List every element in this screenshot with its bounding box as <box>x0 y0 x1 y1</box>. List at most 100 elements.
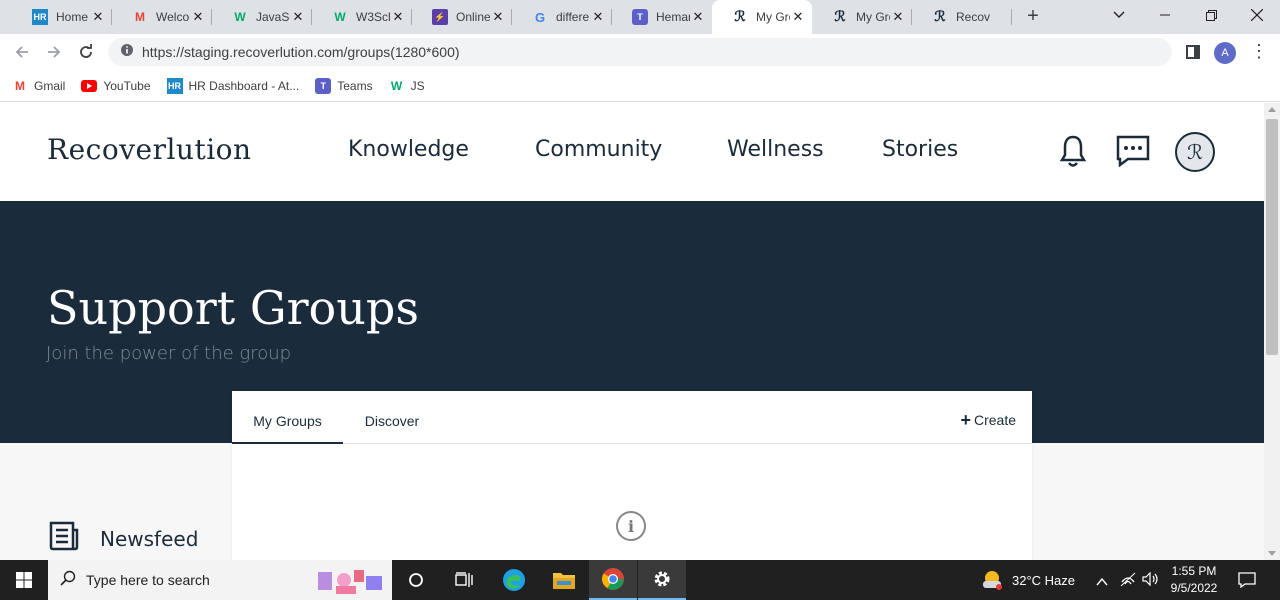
close-icon[interactable]: ✕ <box>590 9 606 25</box>
close-icon[interactable]: ✕ <box>390 9 406 25</box>
close-icon[interactable]: ✕ <box>90 9 106 25</box>
bookmark-js[interactable]: W JS <box>389 78 425 94</box>
plus-icon: + <box>960 410 971 430</box>
browser-tab-active[interactable]: ℛ My Gro ✕ <box>712 0 812 34</box>
windows-start-icon[interactable] <box>0 560 48 600</box>
create-group-button[interactable]: + Create <box>960 410 1016 430</box>
teams-icon: T <box>315 77 332 94</box>
windows-taskbar: Type here to search 32°C Haze 1:55 PM 9/… <box>0 560 1280 600</box>
chat-icon[interactable] <box>1116 135 1150 172</box>
browser-tab[interactable]: ℛ Recove ✕ <box>912 0 1012 34</box>
close-icon[interactable]: ✕ <box>490 9 506 25</box>
site-logo[interactable]: Recoverlution <box>47 133 252 166</box>
stackblitz-favicon-icon: ⚡ <box>432 9 448 25</box>
close-window-button[interactable] <box>1234 0 1280 30</box>
chevron-up-icon[interactable] <box>1096 574 1108 592</box>
create-label: Create <box>973 412 1016 428</box>
close-icon[interactable]: ✕ <box>790 9 806 25</box>
notification-icon[interactable] <box>1238 572 1256 593</box>
task-view-icon[interactable] <box>440 560 488 600</box>
taskbar-clock[interactable]: 1:55 PM 9/5/2022 <box>1162 563 1226 597</box>
gmail-icon: M <box>15 78 25 93</box>
browser-tab[interactable]: G differe ✕ <box>512 0 612 34</box>
recoverlution-favicon-icon: ℛ <box>934 9 946 25</box>
hr-favicon-icon: HR <box>32 9 48 25</box>
browser-tab[interactable]: HR Home ✕ <box>12 0 112 34</box>
site-info-icon[interactable] <box>120 43 134 62</box>
page-viewport: Recoverlution Knowledge Community Wellne… <box>0 103 1264 560</box>
bookmark-gmail[interactable]: M Gmail <box>12 78 65 94</box>
restore-button[interactable] <box>1188 0 1234 30</box>
nav-knowledge[interactable]: Knowledge <box>348 137 469 162</box>
file-explorer-icon[interactable] <box>540 560 588 600</box>
close-icon[interactable]: ✕ <box>690 9 706 25</box>
google-favicon-icon: G <box>534 9 546 25</box>
bookmark-teams[interactable]: T Teams <box>315 77 373 94</box>
site-header: Recoverlution Knowledge Community Wellne… <box>0 103 1264 201</box>
scroll-thumb[interactable] <box>1266 119 1278 355</box>
tab-discover[interactable]: Discover <box>352 391 432 444</box>
close-icon[interactable]: ✕ <box>290 9 306 25</box>
nav-wellness[interactable]: Wellness <box>727 137 824 162</box>
tab-search-chevron-icon[interactable] <box>1096 0 1142 30</box>
bookmark-label: YouTube <box>103 78 151 93</box>
recoverlution-favicon-icon: ℛ <box>734 9 746 25</box>
reload-button[interactable] <box>74 40 98 64</box>
profile-avatar[interactable]: A <box>1214 42 1236 64</box>
page-title: Support Groups <box>47 281 419 335</box>
newsfeed-section[interactable]: Newsfeed <box>48 520 198 557</box>
minimize-button[interactable] <box>1142 0 1188 30</box>
chrome-icon[interactable] <box>589 560 637 600</box>
weather-icon[interactable] <box>980 568 1004 597</box>
newsfeed-label: Newsfeed <box>100 526 199 551</box>
cortana-icon[interactable] <box>392 560 440 600</box>
bookmark-youtube[interactable]: YouTube <box>81 78 151 94</box>
settings-gear-icon[interactable] <box>638 560 686 600</box>
browser-tab[interactable]: ⚡ Online ✕ <box>412 0 512 34</box>
volume-icon[interactable] <box>1142 571 1160 591</box>
url-text: https://staging.recoverlution.com/groups… <box>142 44 460 60</box>
bookmark-label: Teams <box>337 78 373 93</box>
browser-tab[interactable]: W W3Sch ✕ <box>312 0 412 34</box>
close-icon[interactable]: ✕ <box>190 9 206 25</box>
nav-stories[interactable]: Stories <box>882 137 958 162</box>
edge-icon[interactable] <box>490 560 538 600</box>
search-highlight-icon <box>314 566 388 600</box>
more-menu-icon[interactable]: ⋮ <box>1250 42 1268 62</box>
bell-icon[interactable] <box>1058 133 1088 174</box>
scroll-down-icon[interactable] <box>1268 551 1276 556</box>
browser-tab[interactable]: T Hemar ✕ <box>612 0 712 34</box>
side-panel-icon[interactable] <box>1186 45 1200 59</box>
close-icon[interactable]: ✕ <box>890 9 906 25</box>
w3schools-icon: W <box>390 78 403 93</box>
youtube-icon <box>81 78 98 94</box>
w3schools-favicon-icon: W <box>334 10 346 24</box>
clock-date: 9/5/2022 <box>1170 581 1218 595</box>
tab-title: Recove <box>956 10 990 24</box>
page-scrollbar[interactable] <box>1264 103 1280 560</box>
user-avatar[interactable]: ℛ <box>1175 132 1215 172</box>
bookmark-label: HR Dashboard - At... <box>188 78 300 93</box>
search-placeholder: Type here to search <box>86 572 210 588</box>
tab-title: Hemar <box>656 10 690 24</box>
address-bar[interactable]: https://staging.recoverlution.com/groups… <box>108 38 1172 66</box>
info-icon: i <box>616 511 646 541</box>
browser-tab[interactable]: W JavaSc ✕ <box>212 0 312 34</box>
wifi-icon[interactable] <box>1120 572 1136 591</box>
forward-button[interactable] <box>42 40 66 64</box>
browser-tab[interactable]: ℛ My Gro ✕ <box>812 0 912 34</box>
new-tab-button[interactable]: + <box>1021 5 1045 29</box>
browser-tab[interactable]: M Welcor ✕ <box>112 0 212 34</box>
weather-text[interactable]: 32°C Haze <box>1012 573 1075 588</box>
taskbar-search-box[interactable]: Type here to search <box>48 560 392 600</box>
scroll-up-icon[interactable] <box>1268 107 1276 112</box>
bookmark-hr-dashboard[interactable]: HR HR Dashboard - At... <box>166 77 300 94</box>
tab-title: Home <box>56 10 89 24</box>
bookmark-label: JS <box>410 78 425 93</box>
bookmarks-bar: M Gmail YouTube HR HR Dashboard - At... … <box>0 70 1280 102</box>
bookmark-label: Gmail <box>34 78 66 93</box>
back-button[interactable] <box>10 40 34 64</box>
tab-my-groups[interactable]: My Groups <box>232 391 343 444</box>
nav-community[interactable]: Community <box>535 137 662 162</box>
page-subtitle: Join the power of the group <box>46 343 292 364</box>
